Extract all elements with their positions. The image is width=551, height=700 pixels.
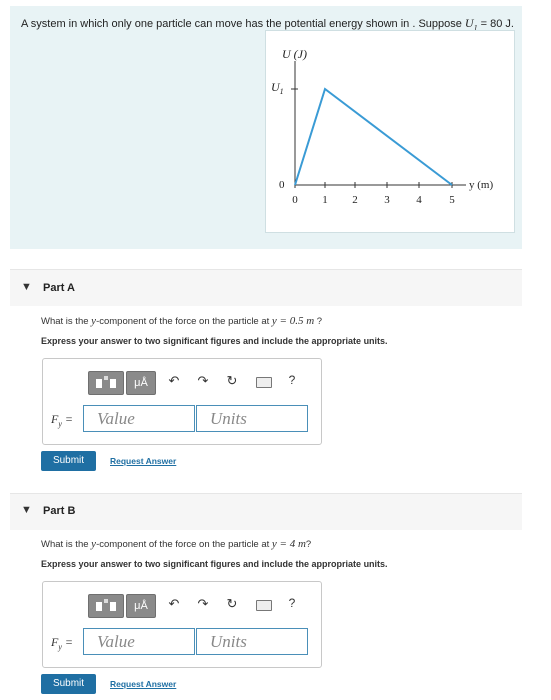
- redo-icon[interactable]: ↷: [195, 373, 211, 389]
- x-tick-label: 2: [352, 194, 358, 206]
- templates-button[interactable]: [88, 594, 124, 618]
- part-a-header[interactable]: [10, 269, 522, 306]
- part-a-answer-box: μÅ ↶ ↷ ↻ ? Fy = Value Units: [42, 358, 322, 445]
- templates-icon: [96, 599, 116, 611]
- help-button[interactable]: ?: [284, 596, 300, 610]
- part-b-question: What is the y-component of the force on …: [41, 538, 312, 550]
- potential-energy-line: [294, 87, 453, 186]
- undo-icon[interactable]: ↶: [166, 373, 182, 389]
- input-label: Fy =: [51, 412, 74, 429]
- part-b-title: Part B: [43, 505, 76, 517]
- units-input[interactable]: Units: [196, 405, 308, 432]
- y-axis-label: U (J): [282, 47, 307, 61]
- part-b-header[interactable]: [10, 493, 522, 530]
- reset-icon[interactable]: ↻: [224, 373, 240, 389]
- x-tick-label: 3: [384, 194, 390, 206]
- x-tick-label: 5: [449, 194, 455, 206]
- value-input[interactable]: Value: [83, 405, 195, 432]
- collapse-triangle-icon[interactable]: ▼: [21, 281, 32, 293]
- x-tick-label: 1: [322, 194, 328, 206]
- origin-label: 0: [279, 179, 285, 191]
- reset-icon[interactable]: ↻: [224, 596, 240, 612]
- part-b-answer-box: μÅ ↶ ↷ ↻ ? Fy = Value Units: [42, 581, 322, 668]
- u1-label: U1: [271, 80, 284, 96]
- part-a-submit-button[interactable]: Submit: [41, 451, 96, 471]
- input-label: Fy =: [51, 635, 74, 652]
- units-input[interactable]: Units: [196, 628, 308, 655]
- potential-energy-graph: U (J) U1 0 y (m) 0 1 2 3 4 5: [265, 30, 515, 233]
- templates-icon: [96, 376, 116, 388]
- x-tick-label: 4: [416, 194, 422, 206]
- mu-symbols-button[interactable]: μÅ: [126, 371, 156, 395]
- part-a-question: What is the y-component of the force on …: [41, 315, 323, 327]
- part-b-submit-button[interactable]: Submit: [41, 674, 96, 694]
- part-a-title: Part A: [43, 282, 75, 294]
- part-a-instruction: Express your answer to two significant f…: [41, 336, 388, 346]
- keyboard-icon[interactable]: [256, 600, 272, 611]
- redo-icon[interactable]: ↷: [195, 596, 211, 612]
- part-a-request-answer-link[interactable]: Request Answer: [110, 456, 176, 466]
- collapse-triangle-icon[interactable]: ▼: [21, 504, 32, 516]
- graph-svg: U (J) U1 0 y (m) 0 1 2 3 4 5: [271, 47, 493, 206]
- math-toolbar: μÅ ↶ ↷ ↻ ?: [88, 594, 308, 618]
- value-input[interactable]: Value: [83, 628, 195, 655]
- help-button[interactable]: ?: [284, 373, 300, 387]
- part-b-request-answer-link[interactable]: Request Answer: [110, 679, 176, 689]
- undo-icon[interactable]: ↶: [166, 596, 182, 612]
- keyboard-icon[interactable]: [256, 377, 272, 388]
- mu-symbols-button[interactable]: μÅ: [126, 594, 156, 618]
- part-b-instruction: Express your answer to two significant f…: [41, 559, 388, 569]
- x-axis-label: y (m): [469, 179, 493, 191]
- x-tick-label: 0: [292, 194, 298, 206]
- u1-symbol: U1: [464, 16, 478, 33]
- templates-button[interactable]: [88, 371, 124, 395]
- math-toolbar: μÅ ↶ ↷ ↻ ?: [88, 371, 308, 395]
